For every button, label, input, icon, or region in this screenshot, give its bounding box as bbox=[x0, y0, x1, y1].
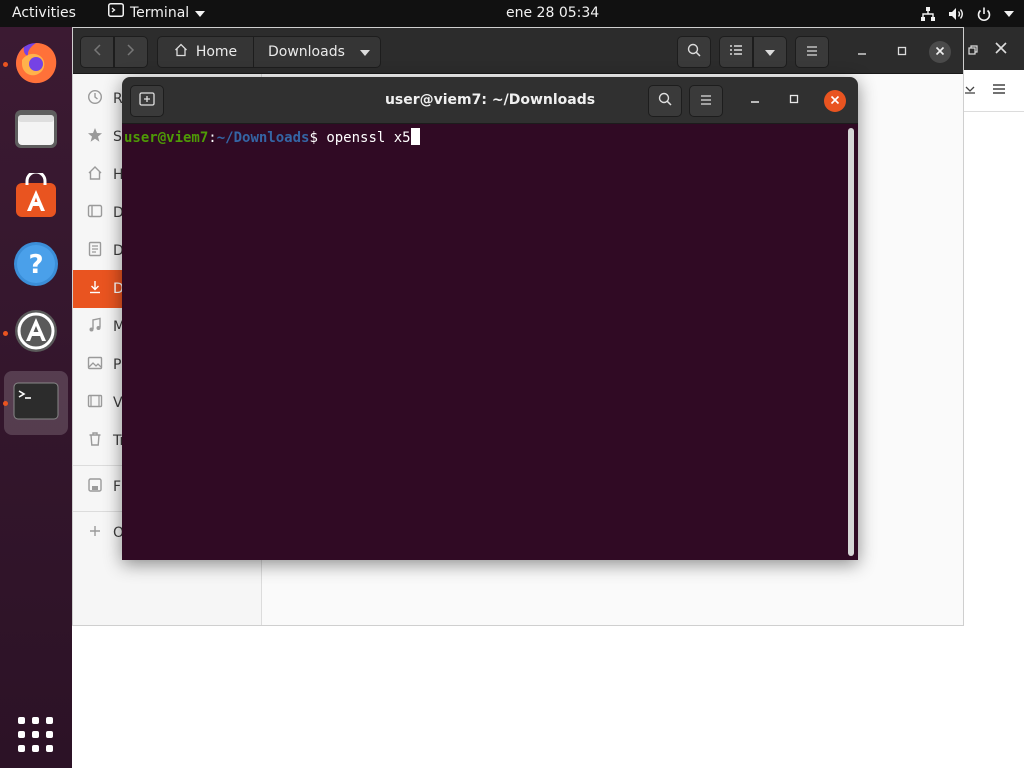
new-tab-button[interactable] bbox=[130, 85, 164, 117]
sidebar-item-label: P bbox=[113, 357, 122, 373]
terminal-headerbar: user@viem7: ~/Downloads bbox=[122, 77, 858, 124]
recent-icon bbox=[87, 89, 103, 109]
chevron-down-icon[interactable] bbox=[1004, 10, 1014, 17]
files-menu-button[interactable] bbox=[795, 36, 829, 68]
top-bar: Activities Terminal ene 28 05:34 bbox=[0, 0, 1024, 27]
download-icon bbox=[87, 279, 103, 299]
terminal-menu-button[interactable] bbox=[689, 85, 723, 117]
dock-terminal[interactable] bbox=[3, 371, 68, 435]
path-bar: Home Downloads bbox=[157, 36, 381, 68]
new-tab-icon bbox=[139, 92, 155, 110]
list-view-icon bbox=[729, 44, 743, 60]
dock-ubuntu-software[interactable] bbox=[4, 166, 68, 230]
terminal-prompt-line: user@viem7:~/Downloads$ openssl x5 bbox=[124, 128, 858, 147]
prompt-user: user@viem7 bbox=[124, 130, 209, 146]
videos-icon bbox=[87, 393, 103, 413]
chevron-down-icon bbox=[765, 44, 775, 60]
download-icon[interactable] bbox=[964, 81, 976, 99]
search-icon bbox=[687, 43, 701, 61]
dock-help[interactable]: ? bbox=[4, 234, 68, 298]
plus-icon bbox=[87, 523, 103, 543]
search-icon bbox=[658, 92, 672, 110]
files-close-button[interactable] bbox=[929, 41, 951, 63]
files-maximize-button[interactable] bbox=[891, 36, 913, 68]
terminal-cursor bbox=[410, 128, 420, 145]
back-button[interactable] bbox=[80, 36, 114, 68]
close-icon[interactable] bbox=[994, 41, 1008, 59]
terminal-body[interactable]: user@viem7:~/Downloads$ openssl x5 bbox=[122, 124, 858, 560]
power-icon[interactable] bbox=[976, 6, 992, 22]
forward-button[interactable] bbox=[114, 36, 148, 68]
maximize-icon bbox=[897, 44, 907, 60]
terminal-command: openssl x5 bbox=[326, 130, 411, 146]
svg-text:?: ? bbox=[28, 250, 43, 280]
menu-icon bbox=[806, 44, 818, 60]
terminal-window: user@viem7: ~/Downloads user@viem7:~/Dow… bbox=[122, 77, 858, 560]
clock[interactable]: ene 28 05:34 bbox=[506, 0, 599, 27]
dock: ? bbox=[0, 27, 72, 768]
close-icon bbox=[935, 44, 945, 60]
help-icon: ? bbox=[12, 240, 60, 292]
path-home-button[interactable]: Home bbox=[158, 37, 254, 67]
desktop-icon bbox=[87, 203, 103, 223]
apps-grid-icon[interactable] bbox=[18, 717, 54, 753]
files-search-button[interactable] bbox=[677, 36, 711, 68]
path-current-label: Downloads bbox=[268, 44, 345, 60]
music-icon bbox=[87, 317, 103, 337]
chevron-left-icon bbox=[93, 44, 101, 60]
terminal-icon bbox=[13, 382, 59, 424]
app-menu[interactable]: Terminal bbox=[108, 0, 206, 27]
close-icon bbox=[830, 93, 840, 109]
files-headerbar: Home Downloads bbox=[73, 28, 963, 74]
home-icon bbox=[174, 43, 188, 61]
terminal-minimize-button[interactable] bbox=[744, 89, 766, 111]
terminal-search-button[interactable] bbox=[648, 85, 682, 117]
files-icon bbox=[13, 106, 59, 156]
running-indicator bbox=[3, 401, 8, 406]
chevron-right-icon bbox=[127, 44, 135, 60]
maximize-icon[interactable] bbox=[968, 43, 978, 59]
minimize-icon bbox=[750, 92, 760, 108]
activities-button[interactable]: Activities bbox=[12, 0, 76, 27]
terminal-icon bbox=[108, 0, 124, 27]
star-icon bbox=[87, 127, 103, 147]
chevron-down-icon bbox=[195, 0, 206, 27]
sidebar-item-label: S bbox=[113, 129, 122, 145]
prompt-symbol: $ bbox=[309, 130, 327, 146]
updater-icon bbox=[13, 308, 59, 358]
menu-icon bbox=[700, 93, 712, 109]
dock-files[interactable] bbox=[4, 99, 68, 163]
path-home-label: Home bbox=[195, 44, 238, 60]
dock-software-updater[interactable] bbox=[3, 301, 68, 365]
view-toggle-button[interactable] bbox=[719, 36, 753, 68]
firefox-icon bbox=[12, 38, 60, 90]
prompt-separator: : bbox=[208, 130, 217, 146]
system-tray[interactable] bbox=[920, 0, 1014, 27]
trash-icon bbox=[87, 431, 103, 451]
terminal-maximize-button[interactable] bbox=[783, 89, 805, 111]
volume-icon[interactable] bbox=[948, 6, 964, 22]
files-minimize-button[interactable] bbox=[851, 36, 873, 68]
documents-icon bbox=[87, 241, 103, 261]
dock-firefox[interactable] bbox=[3, 32, 68, 96]
running-indicator bbox=[3, 62, 8, 67]
path-current-button[interactable]: Downloads bbox=[254, 37, 380, 67]
menu-icon[interactable] bbox=[992, 83, 1006, 99]
app-menu-label: Terminal bbox=[130, 5, 190, 21]
minimize-icon bbox=[857, 44, 867, 60]
home-icon bbox=[87, 165, 103, 185]
maximize-icon bbox=[789, 92, 799, 108]
software-icon bbox=[13, 170, 59, 223]
pictures-icon bbox=[87, 355, 103, 375]
terminal-scrollbar[interactable] bbox=[848, 128, 854, 556]
view-options-button[interactable] bbox=[753, 36, 787, 68]
floppy-icon bbox=[87, 477, 103, 497]
network-wired-icon[interactable] bbox=[920, 6, 936, 22]
prompt-path: ~/Downloads bbox=[216, 130, 310, 146]
background-window-header bbox=[964, 27, 1024, 112]
chevron-down-icon bbox=[360, 44, 370, 60]
running-indicator bbox=[3, 331, 8, 336]
terminal-close-button[interactable] bbox=[824, 90, 846, 112]
